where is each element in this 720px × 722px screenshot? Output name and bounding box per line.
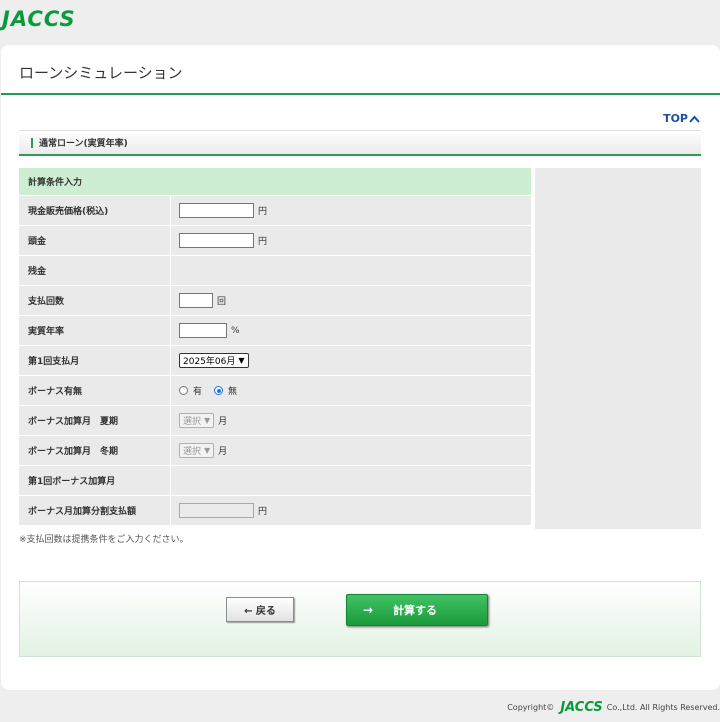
- balance-label: 残金: [19, 256, 171, 285]
- chevron-down-icon: ▼: [204, 416, 211, 425]
- logo-text: JACCS: [2, 7, 76, 31]
- row-down-payment: 頭金 円: [19, 226, 531, 256]
- row-bonus-winter: ボーナス加算月 冬期 選択 ▼ 月: [19, 436, 531, 466]
- first-bonus-month-value: [171, 466, 531, 495]
- bonus-winter-value: 選択: [183, 447, 202, 457]
- result-panel: [535, 168, 701, 529]
- row-bonus-summer: ボーナス加算月 夏期 選択 ▼ 月: [19, 406, 531, 436]
- radio-unchecked-icon: [179, 386, 188, 395]
- row-bonus-amount: ボーナス月加算分割支払額 円: [19, 496, 531, 526]
- section-header: 通常ローン(実質年率): [19, 130, 701, 156]
- bonus-amount-input[interactable]: [179, 503, 254, 518]
- down-payment-input[interactable]: [179, 233, 254, 248]
- first-payment-month-select[interactable]: 2025年06月 ▼: [179, 353, 249, 368]
- copyright-text: Copyright©: [507, 703, 555, 712]
- back-button[interactable]: ← 戻る: [226, 597, 294, 622]
- row-first-payment-month: 第1回支払月 2025年06月 ▼: [19, 346, 531, 376]
- page-title: ローンシミュレーション: [19, 64, 183, 82]
- first-payment-month-label: 第1回支払月: [19, 346, 171, 375]
- bonus-no-label: 無: [228, 387, 238, 397]
- balance-value: [171, 256, 531, 285]
- row-balance: 残金: [19, 256, 531, 286]
- annual-rate-input[interactable]: [179, 323, 227, 338]
- bonus-label: ボーナス有無: [19, 376, 171, 405]
- chevron-down-icon: ▼: [238, 356, 245, 365]
- calculate-button[interactable]: → 計算する: [346, 594, 488, 626]
- footer: Copyright© JACCS Co.,Ltd. All Rights Res…: [507, 700, 720, 715]
- bonus-yes-label: 有: [193, 387, 203, 397]
- row-installments: 支払回数 回: [19, 286, 531, 316]
- installments-unit: 回: [217, 297, 227, 307]
- jaccs-logo: JACCS: [0, 5, 76, 33]
- bonus-winter-label: ボーナス加算月 冬期: [19, 436, 171, 465]
- annual-rate-unit: %: [231, 325, 240, 336]
- cash-price-unit: 円: [258, 207, 268, 217]
- down-payment-label: 頭金: [19, 226, 171, 255]
- annual-rate-label: 実質年率: [19, 316, 171, 345]
- installments-input[interactable]: [179, 293, 213, 308]
- bonus-winter-select[interactable]: 選択 ▼: [179, 443, 215, 458]
- row-bonus: ボーナス有無 有 無: [19, 376, 531, 406]
- chevron-down-icon: ▼: [204, 446, 211, 455]
- bonus-amount-unit: 円: [258, 507, 268, 517]
- calculate-label: 計算する: [393, 604, 438, 617]
- installments-note: ※支払回数は提携条件をご入力ください。: [19, 535, 189, 545]
- top-link-label: TOP: [663, 112, 688, 125]
- cash-price-input[interactable]: [179, 203, 254, 218]
- section-marker: [31, 137, 33, 148]
- row-first-bonus-month: 第1回ボーナス加算月: [19, 466, 531, 496]
- first-bonus-month-label: 第1回ボーナス加算月: [19, 466, 171, 495]
- bonus-summer-value: 選択: [183, 417, 202, 427]
- bonus-yes-radio[interactable]: 有: [179, 384, 202, 397]
- bonus-winter-unit: 月: [218, 447, 228, 457]
- arrow-right-icon: →: [363, 603, 374, 617]
- rights-text: Co.,Ltd. All Rights Reserved.: [606, 703, 720, 712]
- form-header-row: 計算条件入力: [19, 168, 531, 196]
- installments-label: 支払回数: [19, 286, 171, 315]
- row-annual-rate: 実質年率 %: [19, 316, 531, 346]
- section-title: 通常ローン(実質年率): [39, 139, 128, 149]
- bonus-summer-select[interactable]: 選択 ▼: [179, 413, 215, 428]
- bonus-amount-label: ボーナス月加算分割支払額: [19, 496, 171, 525]
- footer-logo: JACCS: [560, 700, 603, 715]
- down-payment-unit: 円: [258, 237, 268, 247]
- bonus-summer-unit: 月: [218, 417, 228, 427]
- first-payment-month-value: 2025年06月: [183, 357, 236, 367]
- radio-checked-icon: [214, 386, 224, 395]
- bonus-no-radio[interactable]: 無: [214, 384, 237, 397]
- title-divider: [1, 93, 720, 95]
- form-header: 計算条件入力: [19, 168, 531, 195]
- cash-price-label: 現金販売価格(税込): [19, 196, 171, 225]
- row-cash-price: 現金販売価格(税込) 円: [19, 196, 531, 226]
- chevron-up-icon: [689, 115, 700, 123]
- top-link[interactable]: TOP: [663, 112, 700, 125]
- calculation-form: 計算条件入力 現金販売価格(税込) 円 頭金 円 残金 支払回数 回 実質年率 …: [19, 168, 531, 526]
- bonus-summer-label: ボーナス加算月 夏期: [19, 406, 171, 435]
